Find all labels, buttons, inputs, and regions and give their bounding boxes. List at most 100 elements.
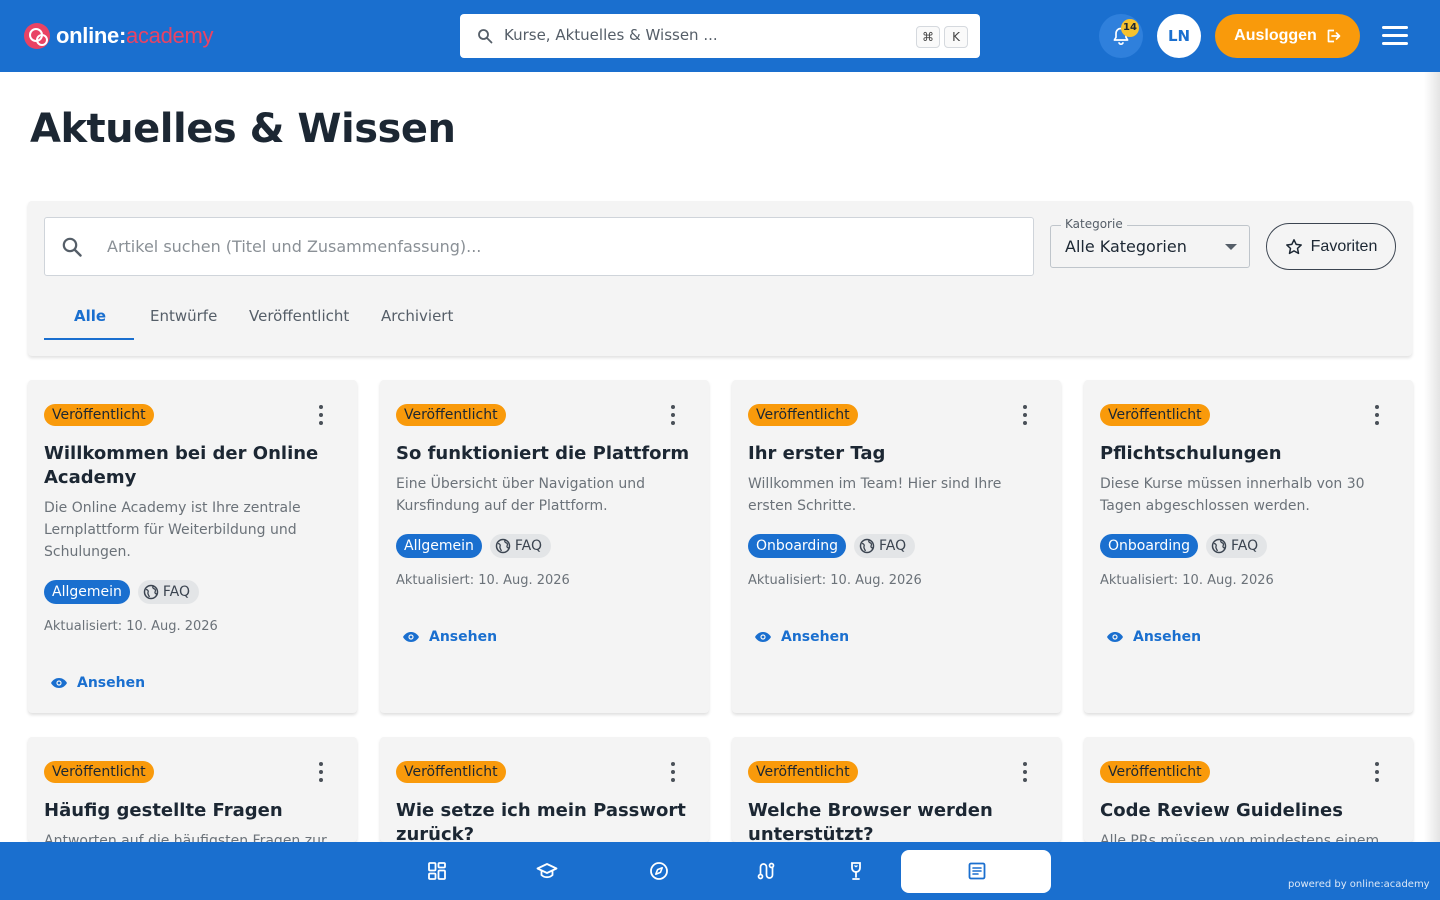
article-title[interactable]: Willkommen bei der Online Academy <box>44 442 344 490</box>
article-summary: Alle PRs müssen von mindestens einem <box>1100 833 1380 842</box>
updated-date: Aktualisiert: 10. Aug. 2026 <box>1100 573 1274 588</box>
status-badge: Veröffentlicht <box>44 761 154 783</box>
article-tags: Onboarding FAQ <box>1100 534 1268 558</box>
top-app-bar: online:academy Kurse, Aktuelles & Wissen… <box>0 0 1440 72</box>
active-tab-indicator <box>44 338 134 340</box>
powered-by-footer: powered by online:academy <box>1288 879 1430 890</box>
nav-articles[interactable] <box>901 850 1051 893</box>
articles-icon <box>968 862 986 880</box>
more-options-icon[interactable] <box>1371 761 1383 783</box>
view-article-link[interactable]: Ansehen <box>1106 629 1201 645</box>
article-card[interactable]: Veröffentlicht Code Review Guidelines Al… <box>1084 737 1413 842</box>
logo-brand-text: online: <box>56 23 127 48</box>
eye-icon <box>755 632 771 642</box>
view-article-label: Ansehen <box>1133 629 1202 645</box>
article-tags: Allgemein FAQ <box>396 534 551 558</box>
more-options-icon[interactable] <box>667 404 679 426</box>
updated-date: Aktualisiert: 10. Aug. 2026 <box>44 619 218 634</box>
view-article-label: Ansehen <box>781 629 850 645</box>
article-card[interactable]: Veröffentlicht Willkommen bei der Online… <box>28 380 357 713</box>
shortcut-k-key: K <box>944 26 968 48</box>
status-badge: Veröffentlicht <box>748 404 858 426</box>
more-options-icon[interactable] <box>1019 404 1031 426</box>
article-summary: Antworten auf die häufigsten Fragen zur <box>44 833 327 842</box>
status-tabs: Alle Entwürfe Veröffentlicht Archiviert <box>44 297 484 341</box>
article-search-placeholder: Artikel suchen (Titel und Zusammenfassun… <box>107 237 482 256</box>
article-card[interactable]: Veröffentlicht Ihr erster Tag Willkommen… <box>732 380 1061 713</box>
article-title[interactable]: Ihr erster Tag <box>748 442 1048 466</box>
view-article-link[interactable]: Ansehen <box>754 629 849 645</box>
article-title[interactable]: So funktioniert die Plattform <box>396 442 696 466</box>
status-badge: Veröffentlicht <box>1100 404 1210 426</box>
nav-courses[interactable] <box>522 850 572 892</box>
notifications-button[interactable] <box>1099 14 1143 58</box>
explore-icon <box>650 862 668 880</box>
article-search-input[interactable]: Artikel suchen (Titel und Zusammenfassun… <box>44 217 1034 276</box>
type-tag: FAQ <box>1205 534 1268 558</box>
user-avatar[interactable]: LN <box>1157 14 1201 58</box>
article-title[interactable]: Häufig gestellte Fragen <box>44 799 344 823</box>
tab-archiviert[interactable]: Archiviert <box>381 307 453 325</box>
article-card[interactable]: Veröffentlicht Pflichtschulungen Diese K… <box>1084 380 1413 713</box>
article-title[interactable]: Code Review Guidelines <box>1100 799 1400 823</box>
tab-entwuerfe[interactable]: Entwürfe <box>150 307 217 325</box>
article-summary: Die Online Academy ist Ihre zentrale Ler… <box>44 500 301 560</box>
article-summary: Eine Übersicht über Navigation und Kursf… <box>396 476 646 514</box>
status-badge: Veröffentlicht <box>1100 761 1210 783</box>
app-logo[interactable]: online:academy <box>24 21 213 51</box>
tab-alle[interactable]: Alle <box>74 307 106 325</box>
more-options-icon[interactable] <box>1371 404 1383 426</box>
eye-icon <box>51 678 67 688</box>
more-options-icon[interactable] <box>1019 761 1031 783</box>
category-tag: Allgemein <box>396 534 482 558</box>
article-summary: Diese Kurse müssen innerhalb von 30 Tage… <box>1100 476 1365 514</box>
more-options-icon[interactable] <box>667 761 679 783</box>
type-tag-label: FAQ <box>878 538 907 554</box>
more-options-icon[interactable] <box>315 761 327 783</box>
nav-achievements[interactable] <box>831 850 881 892</box>
article-card[interactable]: Veröffentlicht So funktioniert die Platt… <box>380 380 709 713</box>
view-article-link[interactable]: Ansehen <box>50 675 145 691</box>
hamburger-menu-icon[interactable] <box>1380 24 1410 48</box>
courses-icon <box>536 863 558 879</box>
nav-learning-paths[interactable] <box>741 850 791 892</box>
view-article-label: Ansehen <box>429 629 498 645</box>
bottom-navigation <box>0 842 1440 900</box>
globe-icon <box>859 538 875 554</box>
article-card[interactable]: Veröffentlicht Wie setze ich mein Passwo… <box>380 737 709 842</box>
logo-accent-text: academy <box>126 23 214 48</box>
nav-explore[interactable] <box>634 850 684 892</box>
article-title[interactable]: Pflichtschulungen <box>1100 442 1400 466</box>
category-select[interactable]: Kategorie Alle Kategorien <box>1050 217 1250 268</box>
status-badge: Veröffentlicht <box>396 404 506 426</box>
article-summary: Willkommen im Team! Hier sind Ihre erste… <box>748 476 1002 514</box>
logout-button[interactable]: Ausloggen <box>1215 14 1360 58</box>
nav-dashboard[interactable] <box>412 850 462 892</box>
logo-mark-icon <box>24 23 50 49</box>
favorites-label: Favoriten <box>1310 237 1378 255</box>
filter-panel: Artikel suchen (Titel und Zusammenfassun… <box>28 201 1412 356</box>
global-search-input[interactable]: Kurse, Aktuelles & Wissen ... ⌘ K <box>460 14 980 58</box>
type-tag-label: FAQ <box>162 584 190 600</box>
favorites-button[interactable]: Favoriten <box>1266 223 1396 270</box>
caret-down-icon <box>1225 244 1237 250</box>
article-card[interactable]: Veröffentlicht Welche Browser werden unt… <box>732 737 1061 842</box>
status-badge: Veröffentlicht <box>748 761 858 783</box>
page-title: Aktuelles & Wissen <box>30 106 456 152</box>
category-label: Kategorie <box>1061 217 1127 231</box>
article-card[interactable]: Veröffentlicht Häufig gestellte Fragen A… <box>28 737 357 842</box>
updated-date: Aktualisiert: 10. Aug. 2026 <box>396 573 570 588</box>
view-article-link[interactable]: Ansehen <box>402 629 497 645</box>
type-tag-label: FAQ <box>1230 538 1259 554</box>
article-title[interactable]: Welche Browser werden unterstützt? <box>748 799 1048 842</box>
article-title[interactable]: Wie setze ich mein Passwort zurück? <box>396 799 696 842</box>
achievements-icon <box>851 862 861 880</box>
category-tag: Allgemein <box>44 580 130 604</box>
tab-veroeffentlicht[interactable]: Veröffentlicht <box>249 307 349 325</box>
more-options-icon[interactable] <box>315 404 327 426</box>
globe-icon <box>1211 538 1227 554</box>
star-icon <box>1285 238 1302 254</box>
eye-icon <box>1107 632 1123 642</box>
globe-icon <box>143 584 159 600</box>
globe-icon <box>495 538 511 554</box>
